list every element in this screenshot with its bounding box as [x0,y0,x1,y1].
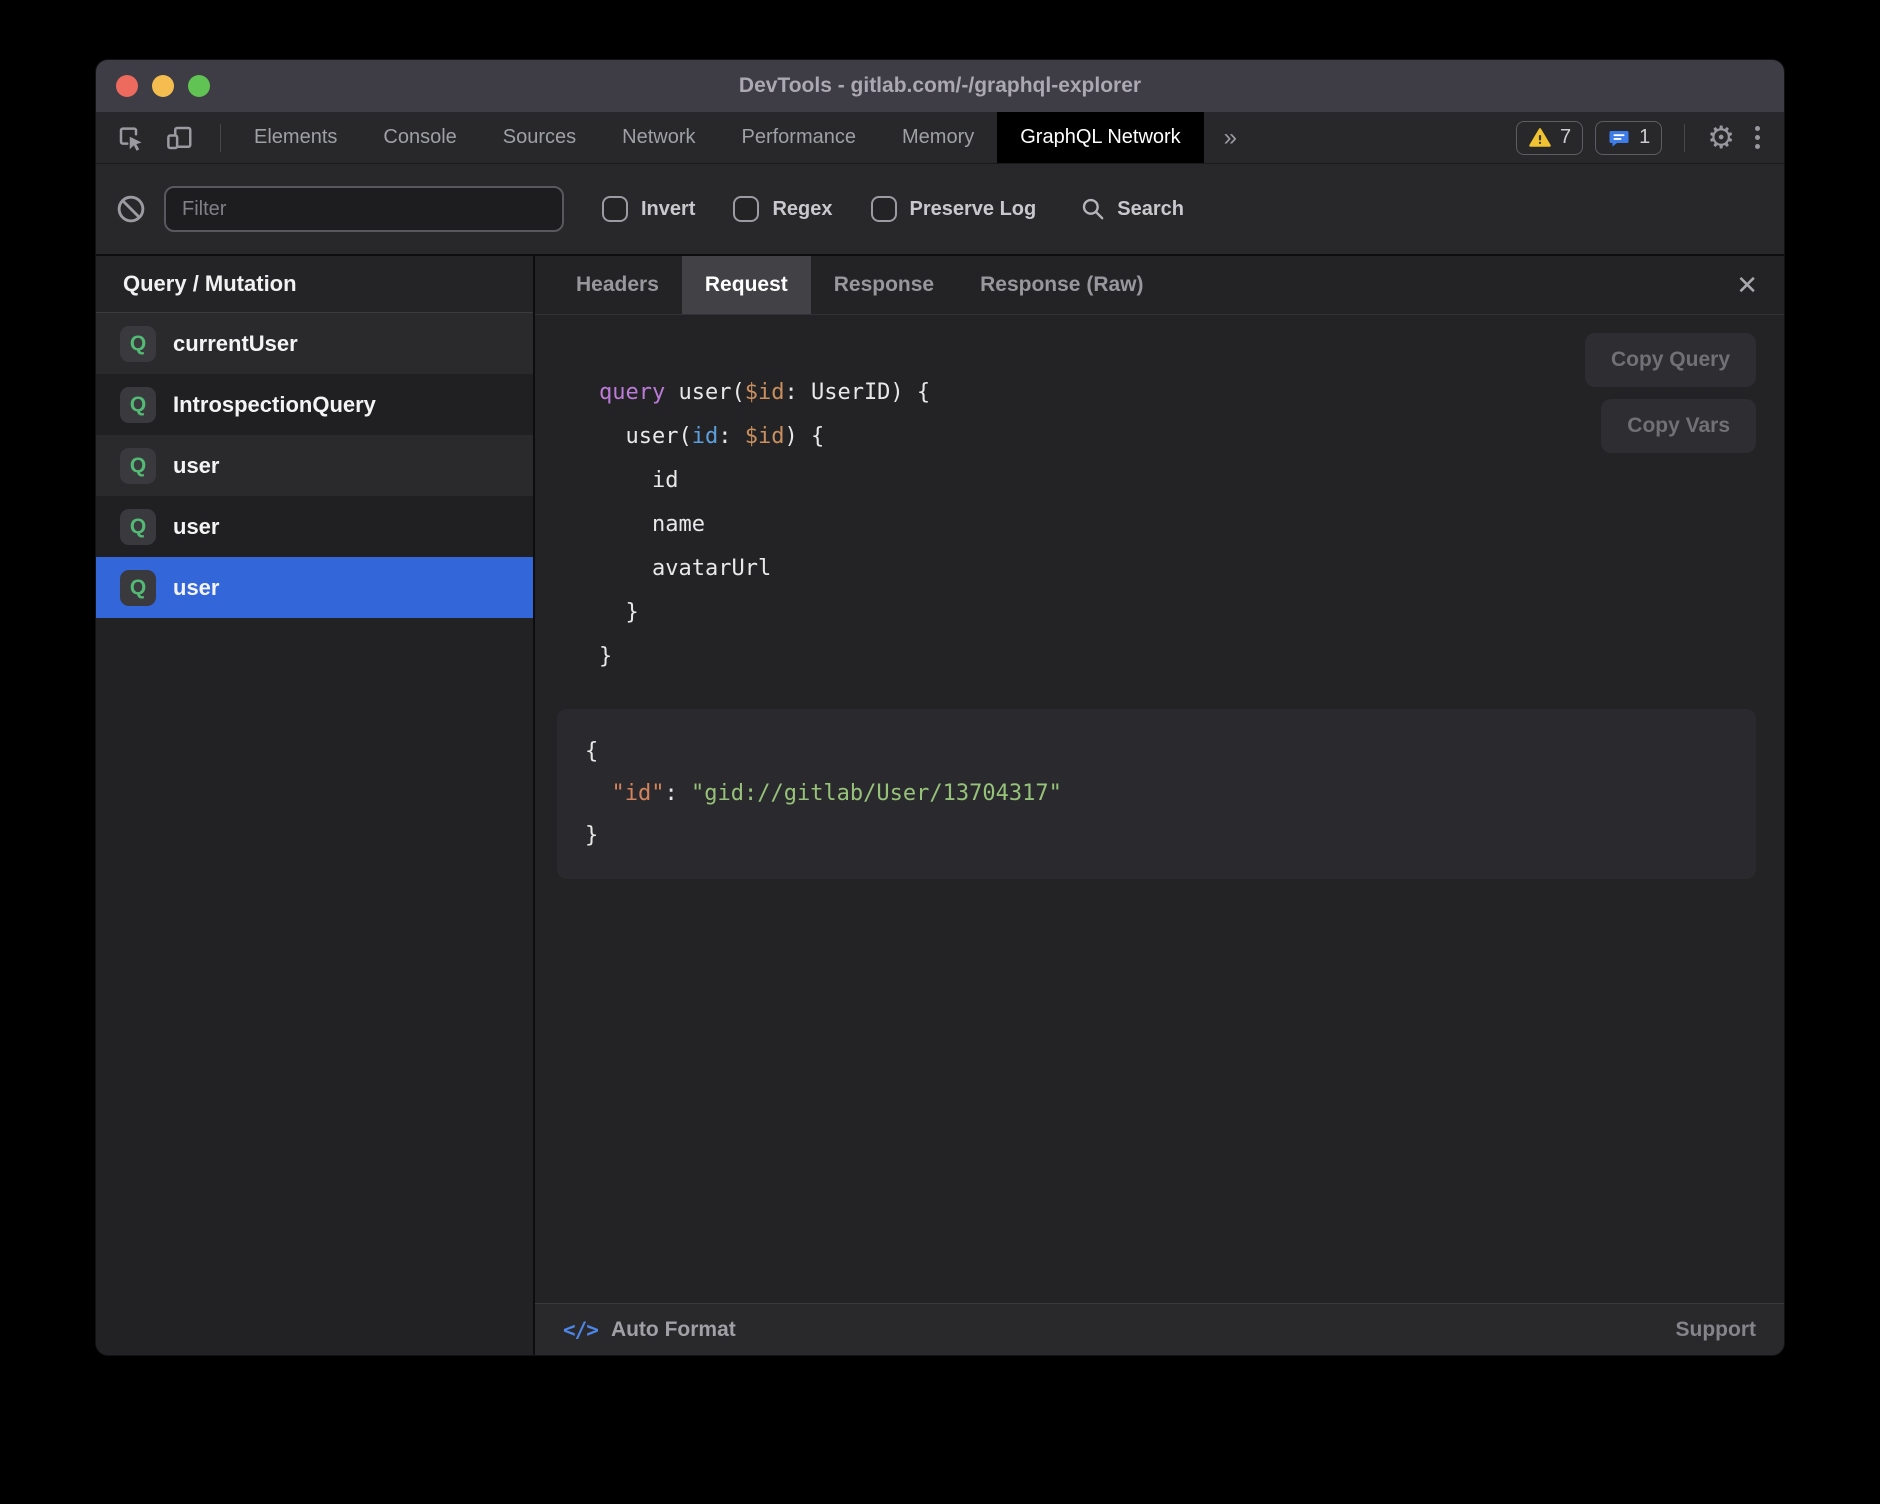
warnings-badge[interactable]: 7 [1516,121,1583,155]
devtools-window: DevTools - gitlab.com/-/graphql-explorer… [96,60,1784,1355]
query-list-item[interactable]: Q currentUser [96,313,533,374]
query-type-badge: Q [120,570,156,606]
query-list-item[interactable]: Q IntrospectionQuery [96,374,533,435]
filter-input[interactable] [164,186,564,232]
main-tab-bar: Elements Console Sources Network Perform… [231,112,1257,163]
sidebar-header: Query / Mutation [96,256,533,313]
detail-panel: Headers Request Response Response (Raw) … [535,256,1784,1355]
invert-checkbox[interactable] [602,196,628,222]
tab-request[interactable]: Request [682,256,811,314]
tab-elements[interactable]: Elements [231,112,360,163]
window-title: DevTools - gitlab.com/-/graphql-explorer [96,74,1784,98]
tab-response-raw[interactable]: Response (Raw) [957,256,1166,314]
tab-graphql-network[interactable]: GraphQL Network [997,112,1203,163]
warning-count: 7 [1560,126,1571,149]
query-list-item[interactable]: Q user [96,435,533,496]
support-link[interactable]: Support [1676,1318,1756,1342]
toolbar-divider [220,124,221,152]
auto-format-button[interactable]: </> Auto Format [563,1318,736,1342]
toolbar-divider [1684,124,1685,152]
warning-icon [1528,126,1552,150]
tab-console[interactable]: Console [360,112,479,163]
message-count: 1 [1639,126,1650,149]
preserve-log-label: Preserve Log [910,198,1037,221]
tab-sources[interactable]: Sources [480,112,599,163]
tab-memory[interactable]: Memory [879,112,997,163]
tab-network[interactable]: Network [599,112,718,163]
query-type-badge: Q [120,387,156,423]
inspect-element-icon[interactable] [114,121,148,155]
message-icon [1607,126,1631,150]
device-toolbar-icon[interactable] [162,121,196,155]
detail-tab-bar: Headers Request Response Response (Raw) … [535,256,1784,315]
close-detail-icon[interactable]: ✕ [1724,264,1770,307]
more-tabs-icon[interactable]: » [1204,112,1257,163]
more-options-icon[interactable] [1747,126,1768,149]
clear-block-icon[interactable] [114,192,148,226]
query-type-badge: Q [120,448,156,484]
copy-query-button[interactable]: Copy Query [1585,333,1756,387]
regex-checkbox-group: Regex [733,196,832,222]
query-list-sidebar: Query / Mutation Q currentUser Q Introsp… [96,256,535,1355]
tab-response[interactable]: Response [811,256,957,314]
copy-vars-button[interactable]: Copy Vars [1601,399,1756,453]
tab-headers[interactable]: Headers [553,256,682,314]
query-type-badge: Q [120,326,156,362]
request-panel-body: Copy Query Copy Vars query user($id: Use… [535,315,1784,1303]
invert-checkbox-group: Invert [602,196,695,222]
filter-bar: Invert Regex Preserve Log Search [96,164,1784,256]
preserve-log-checkbox-group: Preserve Log [871,196,1037,222]
title-bar: DevTools - gitlab.com/-/graphql-explorer [96,60,1784,112]
invert-label: Invert [641,198,695,221]
regex-checkbox[interactable] [733,196,759,222]
code-brackets-icon: </> [563,1318,598,1342]
tab-performance[interactable]: Performance [719,112,880,163]
query-variables-block: { "id": "gid://gitlab/User/13704317"} [557,709,1756,879]
messages-badge[interactable]: 1 [1595,121,1662,155]
search-label: Search [1117,198,1184,221]
devtools-toolbar: Elements Console Sources Network Perform… [96,112,1784,164]
preserve-log-checkbox[interactable] [871,196,897,222]
regex-label: Regex [772,198,832,221]
panel-footer: </> Auto Format Support [535,1303,1784,1355]
auto-format-label: Auto Format [611,1318,736,1342]
settings-gear-icon[interactable]: ⚙ [1707,122,1735,153]
query-list-item-selected[interactable]: Q user [96,557,533,618]
search-control[interactable]: Search [1080,196,1184,222]
search-icon [1080,196,1106,222]
query-type-badge: Q [120,509,156,545]
query-list-item[interactable]: Q user [96,496,533,557]
